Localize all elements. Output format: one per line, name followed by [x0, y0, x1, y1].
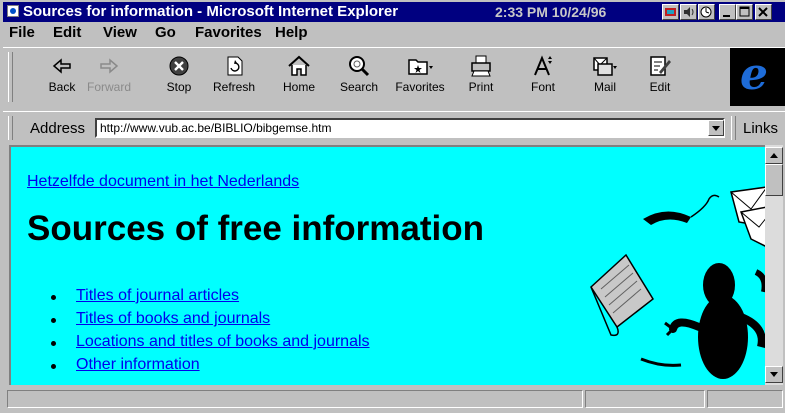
back-arrow-icon	[52, 58, 71, 74]
menu-bar: File Edit View Go Favorites Help	[3, 23, 785, 43]
vertical-scrollbar[interactable]	[765, 145, 783, 385]
home-icon	[288, 55, 310, 76]
communication-clipart	[590, 186, 765, 379]
favorites-icon	[408, 59, 433, 75]
address-input[interactable]: http://www.vub.ac.be/BIBLIO/bibgemse.htm	[95, 118, 725, 138]
menu-edit[interactable]: Edit	[53, 24, 81, 41]
search-button[interactable]: Search	[336, 52, 382, 102]
favorites-button[interactable]: Favorites	[390, 52, 450, 102]
scroll-down-arrow-icon	[770, 372, 778, 377]
link-other-information[interactable]: Other information	[76, 356, 200, 374]
scroll-up-button[interactable]	[765, 147, 783, 164]
refresh-button[interactable]: Refresh	[211, 52, 257, 102]
address-label: Address	[30, 120, 86, 137]
back-button[interactable]: Back	[43, 52, 81, 102]
status-text-panel	[7, 390, 583, 408]
address-dropdown-button[interactable]	[708, 120, 724, 136]
bullet-icon	[51, 295, 56, 300]
dutch-version-link[interactable]: Hetzelfde document in het Nederlands	[27, 173, 299, 191]
ie-app-icon[interactable]	[7, 5, 19, 17]
home-button[interactable]: Home	[279, 52, 319, 102]
stop-button[interactable]: Stop	[160, 52, 198, 102]
maximize-button[interactable]	[736, 4, 753, 20]
menu-view[interactable]: View	[103, 24, 137, 41]
font-button[interactable]: Font	[523, 52, 563, 102]
font-icon	[534, 55, 552, 76]
link-journal-articles[interactable]: Titles of journal articles	[76, 287, 239, 305]
ie-logo-icon: e	[740, 49, 768, 100]
links-button[interactable]: Links	[743, 120, 778, 137]
scroll-down-button[interactable]	[765, 366, 783, 383]
tray-icon-clock[interactable]	[698, 4, 715, 20]
title-bar[interactable]: Sources for information - Microsoft Inte…	[3, 2, 785, 22]
print-icon	[471, 55, 491, 77]
link-locations-titles[interactable]: Locations and titles of books and journa…	[76, 333, 370, 351]
scroll-thumb[interactable]	[765, 164, 783, 196]
bullet-icon	[51, 364, 56, 369]
bullet-icon	[51, 318, 56, 323]
search-icon	[349, 56, 370, 77]
menu-favorites[interactable]: Favorites	[195, 24, 262, 41]
close-button[interactable]	[755, 4, 772, 20]
mail-icon	[593, 57, 617, 76]
status-progress-panel	[585, 390, 705, 408]
minimize-button[interactable]	[719, 4, 736, 20]
print-button[interactable]: Print	[461, 52, 501, 102]
ie-logo-button[interactable]: e	[730, 48, 785, 106]
page-heading: Sources of free information	[27, 209, 485, 248]
status-bar	[3, 388, 785, 410]
menu-file[interactable]: File	[9, 24, 35, 41]
forward-button[interactable]: Forward	[83, 52, 135, 102]
toolbar-grip[interactable]	[8, 52, 13, 102]
forward-arrow-icon	[100, 58, 119, 74]
page-content: Hetzelfde document in het Nederlands Sou…	[9, 145, 765, 385]
bullet-icon	[51, 341, 56, 346]
browser-window: Sources for information - Microsoft Inte…	[0, 0, 785, 413]
tray-icon-network[interactable]	[662, 4, 679, 20]
edit-button[interactable]: Edit	[641, 52, 679, 102]
refresh-icon	[227, 56, 243, 76]
window-title: Sources for information - Microsoft Inte…	[23, 3, 399, 20]
stop-icon	[169, 56, 189, 76]
mail-button[interactable]: Mail	[581, 52, 629, 102]
status-zone-panel	[707, 390, 783, 408]
menu-help[interactable]: Help	[275, 24, 308, 41]
scroll-up-arrow-icon	[770, 153, 778, 158]
standard-toolbar: Back Forward Stop Refresh Home Search Fa…	[3, 47, 785, 108]
address-bar: Address http://www.vub.ac.be/BIBLIO/bibg…	[3, 111, 785, 142]
links-grip[interactable]	[731, 116, 736, 140]
menu-go[interactable]: Go	[155, 24, 176, 41]
link-books-journals[interactable]: Titles of books and journals	[76, 310, 270, 328]
edit-icon	[650, 56, 671, 76]
address-grip[interactable]	[8, 116, 13, 140]
tray-icon-volume[interactable]	[680, 4, 697, 20]
